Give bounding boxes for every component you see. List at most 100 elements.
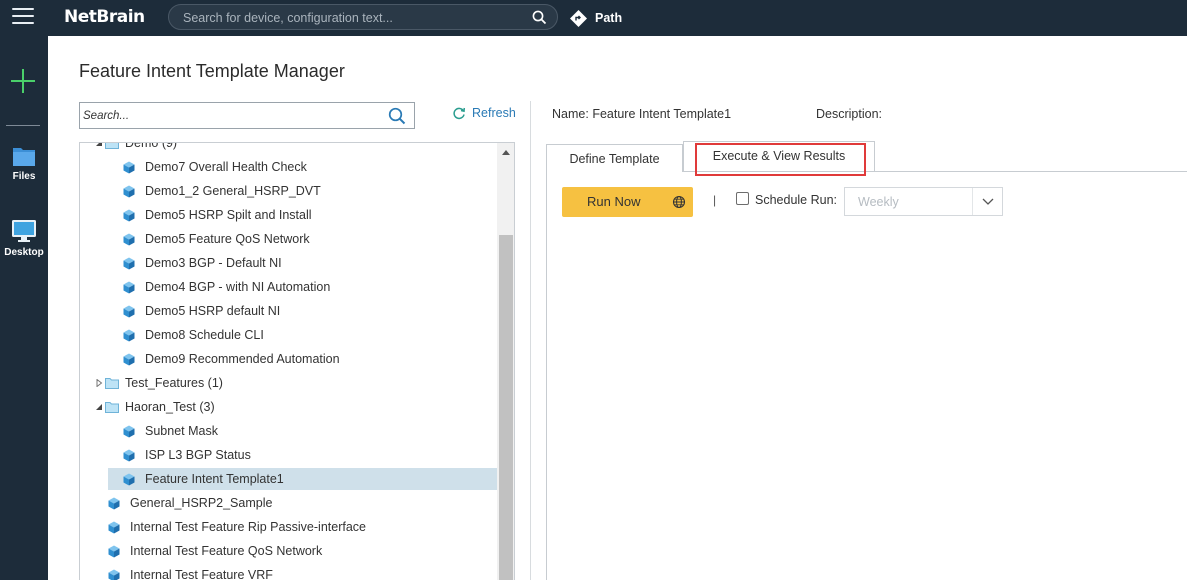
rail-divider bbox=[6, 125, 40, 126]
search-icon[interactable] bbox=[388, 107, 406, 125]
top-bar: NetBrain Path bbox=[0, 0, 1187, 36]
tree-item[interactable]: Subnet Mask bbox=[108, 420, 497, 442]
template-cube-icon bbox=[123, 185, 135, 198]
tree-item[interactable]: Feature Intent Template1 bbox=[108, 468, 497, 490]
expanded-arrow-icon[interactable] bbox=[95, 142, 103, 147]
run-now-button[interactable]: Run Now bbox=[562, 187, 693, 217]
template-cube-icon bbox=[123, 281, 135, 294]
tree-item-label: Test_Features (1) bbox=[125, 376, 223, 390]
left-rail: Files Desktop bbox=[0, 36, 48, 580]
tab-define-template[interactable]: Define Template bbox=[546, 144, 683, 172]
scroll-up-icon[interactable] bbox=[502, 150, 510, 155]
tree-item[interactable]: Internal Test Feature Rip Passive-interf… bbox=[93, 516, 497, 538]
rail-item-files[interactable]: Files bbox=[0, 145, 48, 182]
tree-item[interactable]: ISP L3 BGP Status bbox=[108, 444, 497, 466]
tree-folder[interactable]: Haoran_Test (3) bbox=[93, 396, 497, 418]
path-icon bbox=[570, 9, 587, 27]
name-label: Name: bbox=[552, 107, 589, 121]
tree-item-label: Haoran_Test (3) bbox=[125, 400, 215, 414]
template-cube-icon bbox=[123, 257, 135, 270]
tree-item-label: Feature Intent Template1 bbox=[145, 472, 284, 486]
refresh-icon bbox=[453, 107, 466, 120]
schedule-run-checkbox[interactable] bbox=[736, 192, 749, 205]
path-button[interactable]: Path bbox=[569, 8, 622, 28]
folder-icon bbox=[105, 378, 119, 389]
tree-item-label: Internal Test Feature VRF bbox=[130, 568, 273, 580]
tree-item[interactable]: Demo3 BGP - Default NI bbox=[108, 252, 497, 274]
tree-item[interactable]: Demo4 BGP - with NI Automation bbox=[108, 276, 497, 298]
folder-icon bbox=[13, 148, 35, 166]
description-label: Description: bbox=[816, 107, 882, 121]
tree-item-label: Demo9 Recommended Automation bbox=[145, 352, 340, 366]
tree-folder[interactable]: Test_Features (1) bbox=[93, 372, 497, 394]
rail-label-desktop: Desktop bbox=[4, 247, 44, 258]
template-cube-icon bbox=[108, 545, 120, 558]
tree-folder[interactable]: Demo (9) bbox=[93, 142, 497, 154]
tree-item-label: Demo (9) bbox=[125, 142, 178, 150]
content-border bbox=[546, 171, 547, 580]
folder-icon bbox=[105, 402, 119, 413]
tree-search-input[interactable] bbox=[83, 108, 378, 124]
tree-item-label: Demo1_2 General_HSRP_DVT bbox=[145, 184, 321, 198]
tree-item[interactable]: Demo1_2 General_HSRP_DVT bbox=[108, 180, 497, 202]
tree-item-label: General_HSRP2_Sample bbox=[130, 496, 273, 510]
tree-item-label: Demo3 BGP - Default NI bbox=[145, 256, 282, 270]
name-value: Feature Intent Template1 bbox=[592, 107, 732, 121]
template-cube-icon bbox=[123, 353, 135, 366]
template-cube-icon bbox=[123, 233, 135, 246]
collapsed-arrow-icon[interactable] bbox=[95, 379, 103, 387]
chevron-down-icon[interactable] bbox=[972, 188, 1002, 215]
search-icon[interactable] bbox=[532, 10, 547, 25]
tree-item[interactable]: Internal Test Feature QoS Network bbox=[93, 540, 497, 562]
template-cube-icon bbox=[123, 425, 135, 438]
tree-item[interactable]: Internal Test Feature VRF bbox=[93, 564, 497, 580]
netbrain-logo: NetBrain bbox=[64, 7, 145, 27]
template-cube-icon bbox=[123, 473, 135, 486]
tree-item-label: Demo8 Schedule CLI bbox=[145, 328, 264, 342]
tree-scrollbar[interactable] bbox=[497, 143, 514, 580]
panel-divider bbox=[530, 101, 531, 580]
template-cube-icon bbox=[123, 209, 135, 222]
path-label: Path bbox=[595, 11, 623, 25]
menu-icon[interactable] bbox=[12, 8, 34, 26]
tree-item-label: Demo5 HSRP default NI bbox=[145, 304, 281, 318]
toolbar-separator: | bbox=[713, 193, 717, 207]
rail-label-files: Files bbox=[12, 171, 36, 182]
tree-item[interactable]: Demo5 HSRP default NI bbox=[108, 300, 497, 322]
refresh-button[interactable]: Refresh bbox=[452, 106, 516, 120]
tree-item-label: Subnet Mask bbox=[145, 424, 218, 438]
tree-item[interactable]: Demo7 Overall Health Check bbox=[108, 156, 497, 178]
schedule-run-label: Schedule Run: bbox=[755, 193, 838, 207]
rail-item-desktop[interactable]: Desktop bbox=[0, 219, 48, 258]
tree-item[interactable]: Demo8 Schedule CLI bbox=[108, 324, 497, 346]
tree-item[interactable]: Demo5 Feature QoS Network bbox=[108, 228, 497, 250]
template-cube-icon bbox=[123, 329, 135, 342]
folder-icon bbox=[105, 143, 119, 149]
expanded-arrow-icon[interactable] bbox=[95, 403, 103, 411]
tree-item-label: ISP L3 BGP Status bbox=[145, 448, 251, 462]
tree-item-label: Internal Test Feature QoS Network bbox=[130, 544, 323, 558]
refresh-label: Refresh bbox=[472, 106, 516, 120]
template-tree: Demo (9) Demo7 Overall Health Check Demo1_… bbox=[79, 142, 515, 580]
tree-search-box[interactable] bbox=[79, 102, 415, 129]
template-cube-icon bbox=[123, 305, 135, 318]
run-now-label: Run Now bbox=[587, 194, 641, 209]
template-cube-icon bbox=[108, 521, 120, 534]
tree-item[interactable]: General_HSRP2_Sample bbox=[93, 492, 497, 514]
global-search-input[interactable] bbox=[183, 9, 523, 26]
tree-item[interactable]: Demo9 Recommended Automation bbox=[108, 348, 497, 370]
monitor-icon bbox=[12, 220, 36, 242]
global-search-box[interactable] bbox=[168, 4, 558, 30]
tree-item[interactable]: Demo5 HSRP Spilt and Install bbox=[108, 204, 497, 226]
template-cube-icon bbox=[123, 161, 135, 174]
tree-item-label: Demo5 Feature QoS Network bbox=[145, 232, 310, 246]
scroll-thumb[interactable] bbox=[499, 235, 513, 580]
schedule-frequency-value: Weekly bbox=[858, 195, 899, 209]
template-name: Name: Feature Intent Template1 bbox=[552, 107, 731, 121]
add-icon[interactable] bbox=[10, 68, 36, 94]
template-cube-icon bbox=[123, 449, 135, 462]
schedule-frequency-select[interactable]: Weekly bbox=[844, 187, 1003, 216]
template-cube-icon bbox=[108, 497, 120, 510]
template-cube-icon bbox=[108, 569, 120, 580]
tab-highlight-box bbox=[695, 143, 866, 176]
